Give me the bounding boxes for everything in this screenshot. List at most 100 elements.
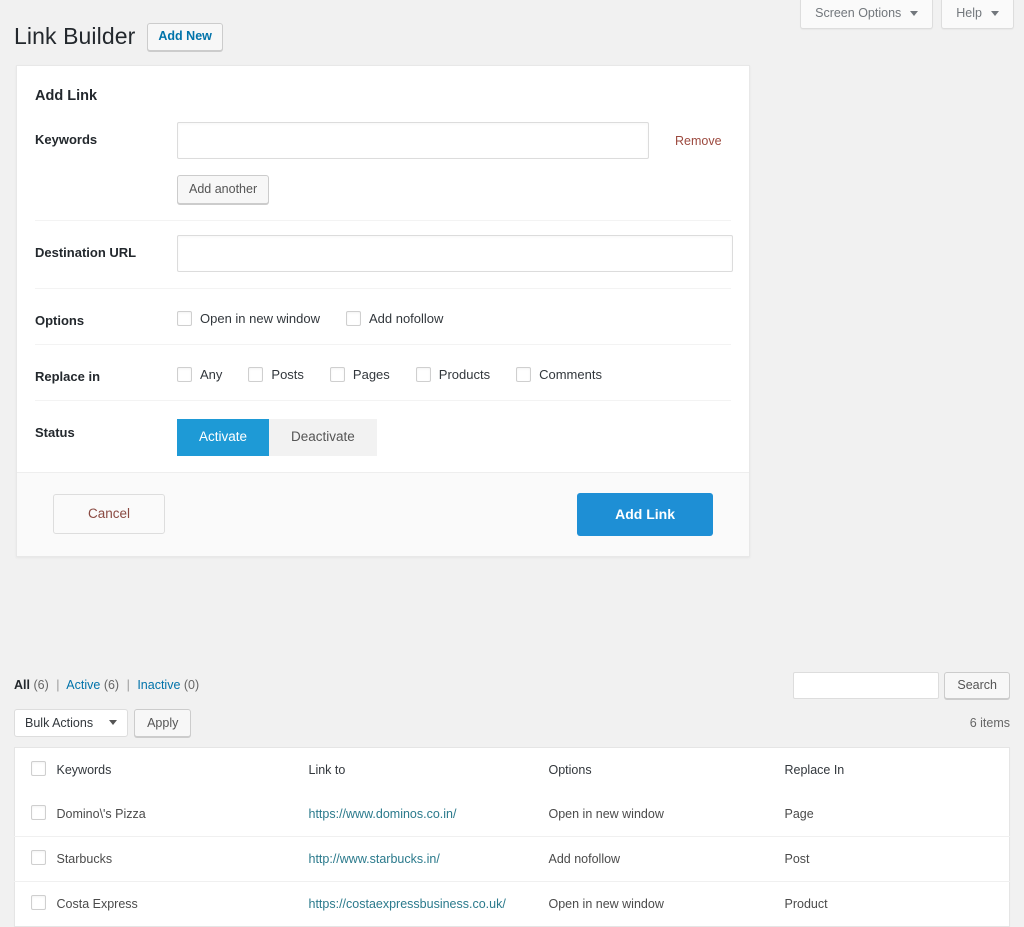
checkbox-icon[interactable] bbox=[177, 311, 192, 326]
checkbox-icon[interactable] bbox=[345, 311, 361, 326]
table-header-row: Keywords Link to Options Replace In bbox=[15, 748, 1010, 793]
replace-in-pages[interactable]: Pages bbox=[329, 367, 390, 382]
form-row-keywords: Keywords Remove Add another bbox=[35, 108, 731, 221]
cancel-button[interactable]: Cancel bbox=[53, 494, 166, 534]
select-all-header bbox=[15, 748, 57, 793]
row-replace-in: Post bbox=[784, 852, 810, 866]
row-keywords: Starbucks bbox=[56, 852, 113, 866]
option-label: Open in new window bbox=[200, 311, 320, 326]
row-replace-in: Product bbox=[784, 897, 828, 911]
replace-in-posts[interactable]: Posts bbox=[248, 367, 304, 382]
form-row-status: Status Activate Deactivate bbox=[35, 401, 731, 472]
add-link-submit-button[interactable]: Add Link bbox=[577, 492, 713, 536]
column-header-replace-in[interactable]: Replace In bbox=[785, 748, 1010, 793]
row-link-to[interactable]: https://www.dominos.co.in/ bbox=[309, 807, 457, 821]
row-checkbox-icon[interactable] bbox=[31, 850, 46, 865]
options-label: Options bbox=[35, 313, 85, 328]
destination-url-label: Destination URL bbox=[35, 245, 137, 260]
add-another-button[interactable]: Add another bbox=[177, 175, 270, 204]
row-link-to-cell: http://www.starbucks.in/ bbox=[309, 837, 549, 882]
row-link-to-cell: https://costaexpressbusiness.co.uk/ bbox=[309, 882, 549, 927]
row-replace-in: Page bbox=[784, 807, 814, 821]
add-link-form: Keywords Remove Add another Destination … bbox=[17, 108, 749, 472]
screen-meta-toolbar: Screen Options Help bbox=[800, 0, 1024, 29]
search-button[interactable]: Search bbox=[944, 672, 1010, 699]
apply-button[interactable]: Apply bbox=[134, 709, 192, 737]
filter-active[interactable]: Active bbox=[66, 678, 100, 692]
page-title: Link Builder bbox=[14, 23, 136, 50]
filter-all[interactable]: All bbox=[14, 678, 30, 692]
search-input[interactable] bbox=[793, 672, 940, 699]
replace-in-comments[interactable]: Comments bbox=[516, 367, 602, 382]
row-link-to[interactable]: http://www.starbucks.in/ bbox=[309, 852, 440, 866]
row-options: Open in new window bbox=[548, 897, 664, 911]
filter-separator: | bbox=[126, 678, 130, 692]
checkbox-icon[interactable] bbox=[177, 367, 192, 382]
column-header-keywords[interactable]: Keywords bbox=[57, 748, 309, 793]
row-link-to[interactable]: https://costaexpressbusiness.co.uk/ bbox=[309, 897, 506, 911]
status-label: Status bbox=[35, 425, 75, 440]
option-add-nofollow[interactable]: Add nofollow bbox=[345, 311, 444, 326]
status-activate-button[interactable]: Activate bbox=[177, 419, 270, 456]
table-row: Starbucks http://www.starbucks.in/ Add n… bbox=[14, 837, 1010, 882]
row-options: Add nofollow bbox=[548, 852, 621, 866]
replace-in-option-label: Posts bbox=[271, 367, 304, 382]
row-select-cell bbox=[15, 882, 57, 927]
help-button[interactable]: Help bbox=[941, 0, 1014, 29]
chevron-down-icon bbox=[910, 10, 919, 16]
search-box: Search bbox=[793, 672, 1010, 699]
form-row-options: Options Open in new window Add nofollow bbox=[35, 289, 731, 345]
row-checkbox-icon[interactable] bbox=[31, 895, 46, 910]
add-link-card: Add Link Keywords Remove Add another Des… bbox=[16, 65, 750, 557]
replace-in-products[interactable]: Products bbox=[415, 367, 491, 382]
checkbox-icon[interactable] bbox=[248, 367, 264, 382]
filter-inactive[interactable]: Inactive bbox=[137, 678, 180, 692]
destination-url-input[interactable] bbox=[177, 235, 733, 272]
replace-in-option-label: Products bbox=[438, 367, 491, 382]
bulk-actions-selected-label: Bulk Actions bbox=[25, 715, 94, 730]
option-label: Add nofollow bbox=[368, 311, 444, 326]
items-count: 6 items bbox=[969, 716, 1010, 730]
status-deactivate-button[interactable]: Deactivate bbox=[269, 419, 377, 456]
links-list-area: All (6) | Active (6) | Inactive (0) Sear… bbox=[0, 672, 1024, 927]
status-filter-links: All (6) | Active (6) | Inactive (0) bbox=[14, 672, 199, 692]
card-footer: Cancel Add Link bbox=[17, 471, 749, 556]
checkbox-icon[interactable] bbox=[415, 367, 431, 382]
card-title: Add Link bbox=[35, 88, 98, 104]
row-link-to-cell: https://www.dominos.co.in/ bbox=[309, 792, 549, 837]
row-checkbox-icon[interactable] bbox=[31, 805, 46, 820]
form-row-replace-in: Replace in Any Posts Pages Products Comm… bbox=[35, 345, 731, 401]
row-keywords: Domino\'s Pizza bbox=[56, 807, 146, 821]
links-table: Keywords Link to Options Replace In Domi… bbox=[14, 747, 1010, 927]
replace-in-option-label: Any bbox=[200, 367, 223, 382]
replace-in-label: Replace in bbox=[35, 369, 101, 384]
add-new-button[interactable]: Add New bbox=[147, 22, 223, 52]
row-select-cell bbox=[15, 792, 57, 837]
filter-active-count: (6) bbox=[103, 678, 120, 692]
bulk-actions-select[interactable]: Bulk Actions bbox=[14, 709, 129, 737]
checkbox-icon[interactable] bbox=[516, 367, 532, 382]
status-toggle-group: Activate Deactivate bbox=[177, 415, 731, 456]
option-open-in-new-window[interactable]: Open in new window bbox=[177, 311, 320, 326]
checkbox-icon[interactable] bbox=[329, 367, 345, 382]
row-keywords: Costa Express bbox=[56, 897, 138, 911]
screen-options-button[interactable]: Screen Options bbox=[800, 0, 934, 29]
remove-keyword-link[interactable]: Remove bbox=[675, 134, 722, 148]
column-header-link-to[interactable]: Link to bbox=[309, 748, 549, 793]
screen-options-label: Screen Options bbox=[815, 6, 902, 20]
chevron-down-icon bbox=[109, 720, 118, 725]
help-label: Help bbox=[956, 6, 982, 20]
keywords-label: Keywords bbox=[35, 132, 98, 147]
column-header-options[interactable]: Options bbox=[549, 748, 785, 793]
keywords-input[interactable] bbox=[177, 122, 649, 159]
row-select-cell bbox=[15, 837, 57, 882]
replace-in-option-label: Pages bbox=[352, 367, 390, 382]
filter-all-count: (6) bbox=[33, 678, 49, 692]
filter-inactive-count: (0) bbox=[183, 678, 200, 692]
row-options: Open in new window bbox=[548, 807, 664, 821]
filter-separator: | bbox=[56, 678, 60, 692]
table-row: Domino\'s Pizza https://www.dominos.co.i… bbox=[14, 792, 1010, 837]
replace-in-any[interactable]: Any bbox=[177, 367, 222, 382]
replace-in-option-label: Comments bbox=[539, 367, 602, 382]
select-all-checkbox-icon[interactable] bbox=[31, 761, 46, 776]
